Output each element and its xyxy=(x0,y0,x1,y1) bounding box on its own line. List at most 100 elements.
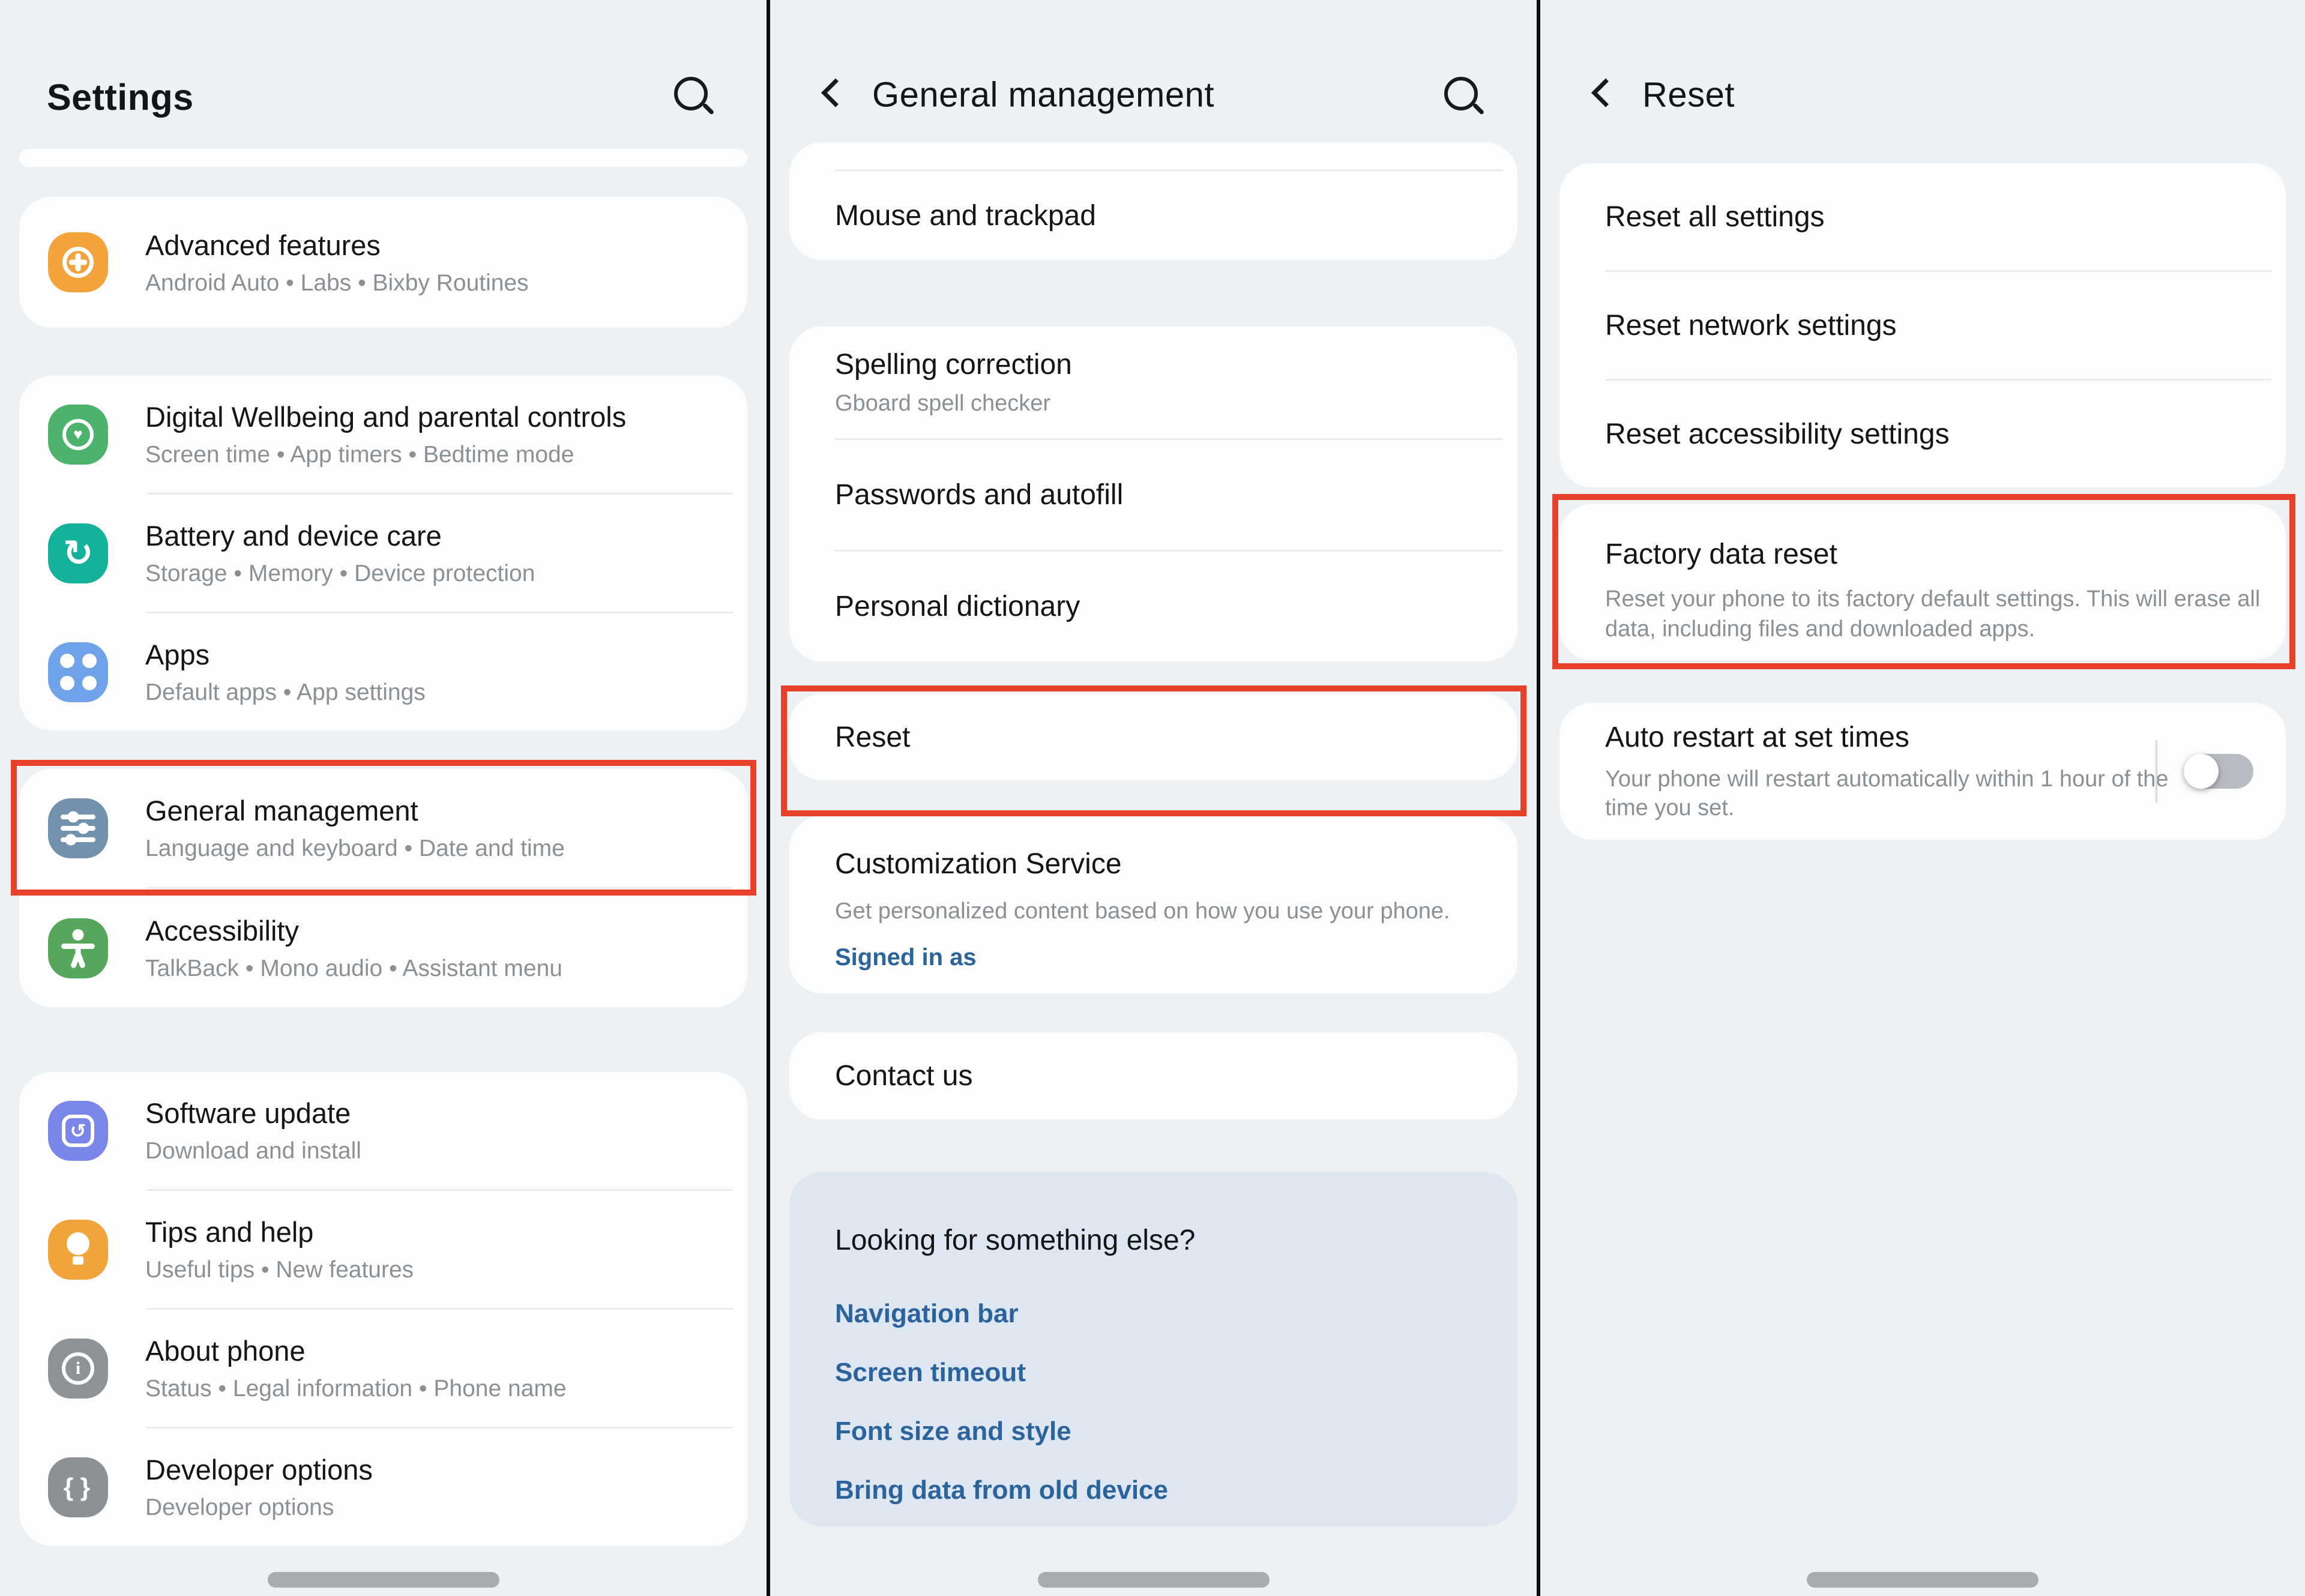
row-apps[interactable]: Apps Default apps • App settings xyxy=(19,613,747,730)
digital-wellbeing-icon: ♥ xyxy=(48,405,108,465)
card-wellbeing-battery-apps: ♥ Digital Wellbeing and parental control… xyxy=(19,376,747,730)
row-title: Reset xyxy=(835,721,1517,754)
row-advanced-features[interactable]: Advanced features Android Auto • Labs • … xyxy=(19,197,747,328)
home-indicator[interactable] xyxy=(1038,1572,1270,1588)
card-factory-data-reset: Factory data reset Reset your phone to i… xyxy=(1559,504,2286,660)
row-title: Apps xyxy=(145,638,426,671)
battery-device-care-icon: ↻ xyxy=(48,523,108,583)
row-subtitle: Reset your phone to its factory default … xyxy=(1605,584,2286,644)
row-title: Spelling correction xyxy=(835,348,1517,381)
toggle-knob xyxy=(2184,754,2219,789)
row-subtitle: Default apps • App settings xyxy=(145,679,426,706)
row-title: General management xyxy=(145,794,565,827)
tips-and-help-icon xyxy=(48,1220,108,1280)
row-customization-service[interactable]: Customization Service Get personalized c… xyxy=(789,816,1517,993)
row-subtitle: Status • Legal information • Phone name xyxy=(145,1376,567,1402)
home-indicator[interactable] xyxy=(268,1572,499,1588)
accessibility-icon xyxy=(48,918,108,978)
row-subtitle: Android Auto • Labs • Bixby Routines xyxy=(145,270,529,297)
card-contact-us: Contact us xyxy=(789,1032,1517,1119)
row-title: Developer options xyxy=(145,1453,373,1486)
info-card-title: Looking for something else? xyxy=(835,1224,1481,1257)
row-title: Advanced features xyxy=(145,229,529,262)
row-title: Factory data reset xyxy=(1605,538,2286,571)
page-title-reset: Reset xyxy=(1642,75,1735,115)
apps-icon xyxy=(48,642,108,702)
row-spelling-correction[interactable]: Spelling correction Gboard spell checker xyxy=(789,327,1517,438)
link-bring-data-old-device[interactable]: Bring data from old device xyxy=(835,1461,1481,1520)
row-reset-network-settings[interactable]: Reset network settings xyxy=(1559,272,2286,379)
row-title: Accessibility xyxy=(145,914,562,947)
row-title: Tips and help xyxy=(145,1215,414,1248)
row-subtitle: Developer options xyxy=(145,1495,373,1521)
page-title-settings: Settings xyxy=(47,76,194,118)
row-title: Auto restart at set times xyxy=(1605,721,2286,754)
card-reset: Reset xyxy=(789,694,1517,780)
row-developer-options[interactable]: { } Developer options Developer options xyxy=(19,1429,747,1546)
row-subtitle: TalkBack • Mono audio • Assistant menu xyxy=(145,956,562,982)
row-subtitle: Language and keyboard • Date and time xyxy=(145,836,565,862)
row-accessibility[interactable]: Accessibility TalkBack • Mono audio • As… xyxy=(19,889,747,1007)
row-title: Contact us xyxy=(835,1059,1517,1092)
row-reset-accessibility-settings[interactable]: Reset accessibility settings xyxy=(1559,381,2286,487)
card-auto-restart: Auto restart at set times Your phone wil… xyxy=(1559,703,2286,840)
row-about-phone[interactable]: i About phone Status • Legal information… xyxy=(19,1310,747,1427)
row-personal-dictionary[interactable]: Personal dictionary xyxy=(789,552,1517,661)
link-screen-timeout[interactable]: Screen timeout xyxy=(835,1343,1481,1402)
row-contact-us[interactable]: Contact us xyxy=(789,1032,1517,1119)
row-auto-restart[interactable]: Auto restart at set times Your phone wil… xyxy=(1559,703,2286,840)
row-passwords-autofill[interactable]: Passwords and autofill xyxy=(789,440,1517,550)
row-title: Personal dictionary xyxy=(835,590,1517,623)
row-battery-device-care[interactable]: ↻ Battery and device care Storage • Memo… xyxy=(19,495,747,612)
row-title: Software update xyxy=(145,1097,361,1130)
row-subtitle: Useful tips • New features xyxy=(145,1257,414,1283)
row-subtitle: Download and install xyxy=(145,1138,361,1164)
card-reset-options: Reset all settings Reset network setting… xyxy=(1559,163,2286,487)
row-factory-data-reset[interactable]: Factory data reset Reset your phone to i… xyxy=(1559,504,2286,660)
panel-reset: Reset Reset all settings Reset network s… xyxy=(1540,0,2305,1596)
panel-settings: Settings Advanced features Android Auto … xyxy=(0,0,767,1596)
card-language-input: Spelling correction Gboard spell checker… xyxy=(789,327,1517,661)
row-title: Reset all settings xyxy=(1605,200,2286,233)
card-advanced: Advanced features Android Auto • Labs • … xyxy=(19,197,747,328)
signed-in-as-link[interactable]: Signed in as xyxy=(835,944,1517,971)
row-digital-wellbeing[interactable]: ♥ Digital Wellbeing and parental control… xyxy=(19,376,747,493)
row-title: Battery and device care xyxy=(145,519,535,552)
back-icon[interactable] xyxy=(1591,79,1620,107)
row-subtitle: Gboard spell checker xyxy=(835,391,1517,417)
row-title: Digital Wellbeing and parental controls xyxy=(145,400,626,433)
row-software-update[interactable]: ↺ Software update Download and install xyxy=(19,1072,747,1189)
general-management-header: General management xyxy=(770,0,1537,142)
auto-restart-toggle[interactable] xyxy=(2184,754,2253,789)
row-mouse-and-trackpad[interactable]: Mouse and trackpad xyxy=(789,171,1517,260)
reset-header: Reset xyxy=(1540,0,2305,163)
row-tips-and-help[interactable]: Tips and help Useful tips • New features xyxy=(19,1191,747,1308)
row-title: Reset network settings xyxy=(1605,309,2286,342)
row-subtitle: Storage • Memory • Device protection xyxy=(145,561,535,587)
back-icon[interactable] xyxy=(821,79,850,107)
home-indicator[interactable] xyxy=(1807,1572,2038,1588)
row-general-management[interactable]: General management Language and keyboard… xyxy=(19,769,747,887)
search-icon[interactable] xyxy=(1442,74,1485,118)
card-customization-service: Customization Service Get personalized c… xyxy=(789,816,1517,993)
card-mouse: Mouse and trackpad xyxy=(789,142,1517,260)
link-font-size-style[interactable]: Font size and style xyxy=(835,1402,1481,1461)
advanced-features-icon xyxy=(48,232,108,292)
row-title: About phone xyxy=(145,1334,567,1367)
card-general-accessibility: General management Language and keyboard… xyxy=(19,769,747,1007)
row-reset-all-settings[interactable]: Reset all settings xyxy=(1559,163,2286,270)
panel-general-management: General management Mouse and trackpad Sp… xyxy=(770,0,1537,1596)
row-subtitle: Screen time • App timers • Bedtime mode xyxy=(145,442,626,468)
link-navigation-bar[interactable]: Navigation bar xyxy=(835,1284,1481,1343)
cutoff-row-remnant xyxy=(789,142,1517,169)
toggle-separator xyxy=(2156,740,2157,803)
row-subtitle: Your phone will restart automatically wi… xyxy=(1605,765,2205,822)
row-title: Customization Service xyxy=(835,848,1517,881)
row-title: Mouse and trackpad xyxy=(835,199,1517,232)
row-reset[interactable]: Reset xyxy=(789,694,1517,780)
search-icon[interactable] xyxy=(672,74,715,118)
row-title: Reset accessibility settings xyxy=(1605,418,2286,451)
about-phone-icon: i xyxy=(48,1339,108,1399)
general-management-icon xyxy=(48,798,108,858)
settings-composite-screenshot: Settings Advanced features Android Auto … xyxy=(0,0,2305,1596)
